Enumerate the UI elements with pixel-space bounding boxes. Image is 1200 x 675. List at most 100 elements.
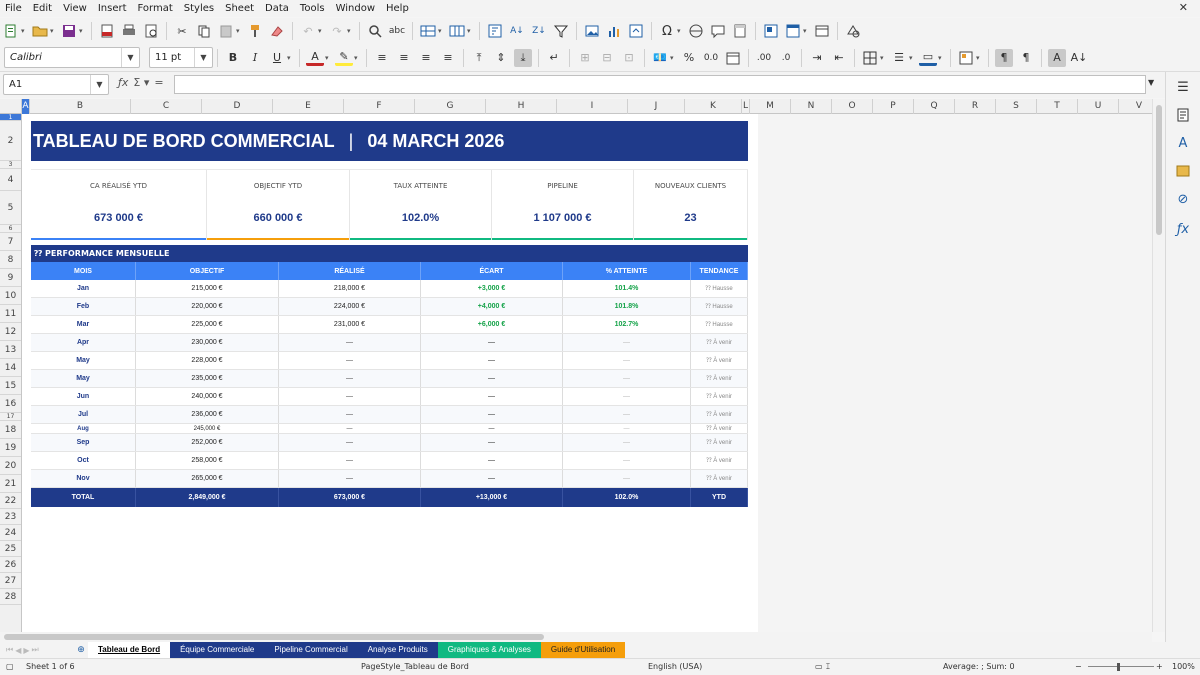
column-header-n[interactable]: N xyxy=(791,99,832,114)
row-header-1[interactable]: 1 xyxy=(0,114,21,121)
table-cell[interactable]: 235,000 € xyxy=(136,370,279,387)
column-header-a[interactable]: A xyxy=(22,99,30,114)
print-icon[interactable] xyxy=(120,22,138,40)
chevron-down-icon[interactable]: ▾ xyxy=(236,27,242,35)
table-cell[interactable]: ⁇ À venir xyxy=(691,470,748,487)
print-preview-icon[interactable] xyxy=(142,22,160,40)
chevron-down-icon[interactable]: ▼ xyxy=(194,48,212,67)
chevron-down-icon[interactable]: ▾ xyxy=(347,27,353,35)
table-cell[interactable]: — xyxy=(279,406,421,423)
close-document-icon[interactable]: ✕ xyxy=(1179,1,1188,14)
chevron-down-icon[interactable]: ▾ xyxy=(880,54,886,62)
table-cell[interactable]: — xyxy=(563,370,691,387)
center-vertically-icon[interactable]: ⇕ xyxy=(492,49,510,67)
row-header-4[interactable]: 4 xyxy=(0,169,21,191)
hyperlink-icon[interactable] xyxy=(687,22,705,40)
column-header-i[interactable]: I xyxy=(557,99,628,114)
table-cell[interactable]: — xyxy=(421,424,563,433)
table-cell[interactable]: May xyxy=(31,370,136,387)
table-cell[interactable]: — xyxy=(563,470,691,487)
name-box[interactable]: A1 ▼ xyxy=(3,74,109,95)
table-cell[interactable]: — xyxy=(421,434,563,451)
column-header-d[interactable]: D xyxy=(202,99,273,114)
sheet-tab[interactable]: Pipeline Commercial xyxy=(264,642,358,658)
table-cell[interactable]: ⁇ À venir xyxy=(691,434,748,451)
table-cell[interactable]: 101.8% xyxy=(563,298,691,315)
table-cell[interactable]: Oct xyxy=(31,452,136,469)
total-cell[interactable]: 102.0% xyxy=(563,488,691,507)
table-cell[interactable]: ⁇ À venir xyxy=(691,388,748,405)
total-cell[interactable]: 2,849,000 € xyxy=(136,488,279,507)
clone-formatting-icon[interactable] xyxy=(246,22,264,40)
row-header-7[interactable]: 7 xyxy=(0,233,21,251)
open-folder-icon[interactable] xyxy=(31,22,49,40)
table-cell[interactable]: Apr xyxy=(31,334,136,351)
row-header-17[interactable]: 17 xyxy=(0,413,21,421)
properties-icon[interactable] xyxy=(1174,106,1192,124)
column-header-cell[interactable]: TENDANCE xyxy=(691,262,748,280)
table-cell[interactable]: — xyxy=(279,370,421,387)
italic-icon[interactable]: I xyxy=(246,49,264,67)
table-cell[interactable]: 102.7% xyxy=(563,316,691,333)
first-sheet-icon[interactable]: ⏮ xyxy=(6,645,13,655)
selection-summary[interactable]: Average: ; Sum: 0 xyxy=(943,662,1015,671)
align-center-icon[interactable]: ≡ xyxy=(395,49,413,67)
table-cell[interactable]: ⁇ Hausse xyxy=(691,316,748,333)
table-cell[interactable]: — xyxy=(563,434,691,451)
align-bottom-icon[interactable]: ⤓ xyxy=(514,48,532,67)
table-cell[interactable]: 231,000 € xyxy=(279,316,421,333)
table-cell[interactable]: — xyxy=(421,370,563,387)
copy-icon[interactable] xyxy=(195,22,213,40)
scrollbar-thumb[interactable] xyxy=(1156,105,1162,235)
chevron-down-icon[interactable]: ▾ xyxy=(677,27,683,35)
table-cell[interactable]: — xyxy=(421,352,563,369)
row-header-3[interactable]: 3 xyxy=(0,161,21,169)
zoom-out-icon[interactable]: − xyxy=(1075,662,1082,671)
justify-icon[interactable]: ≡ xyxy=(439,49,457,67)
document-modified-icon[interactable]: ▢ xyxy=(6,662,14,671)
chevron-down-icon[interactable]: ▾ xyxy=(287,54,293,62)
chevron-down-icon[interactable]: ▾ xyxy=(467,27,473,35)
insert-image-icon[interactable] xyxy=(583,22,601,40)
date-format-icon[interactable] xyxy=(724,49,742,67)
undo-icon[interactable]: ↶ xyxy=(299,22,317,40)
sidebar-menu-icon[interactable]: ☰ xyxy=(1174,78,1192,96)
table-cell[interactable]: — xyxy=(421,470,563,487)
column-header-p[interactable]: P xyxy=(873,99,914,114)
chevron-down-icon[interactable]: ▾ xyxy=(79,27,85,35)
column-header-l[interactable]: L xyxy=(742,99,750,114)
row-header-5[interactable]: 5 xyxy=(0,191,21,225)
percent-format-icon[interactable]: % xyxy=(680,49,698,67)
total-cell[interactable]: 673,000 € xyxy=(279,488,421,507)
align-left-icon[interactable]: ≡ xyxy=(373,49,391,67)
gallery-icon[interactable] xyxy=(1174,162,1192,180)
table-cell[interactable]: — xyxy=(421,452,563,469)
column-header-cell[interactable]: ÉCART xyxy=(421,262,563,280)
sort-icon[interactable] xyxy=(486,22,504,40)
underline-icon[interactable]: U xyxy=(268,49,286,67)
menu-edit[interactable]: Edit xyxy=(28,0,58,17)
row-header-6[interactable]: 6 xyxy=(0,225,21,233)
zoom-slider[interactable] xyxy=(1088,666,1154,667)
chevron-down-icon[interactable]: ▾ xyxy=(354,54,360,62)
row-header-11[interactable]: 11 xyxy=(0,305,21,323)
sheet-tab[interactable]: Tableau de Bord xyxy=(88,642,171,658)
define-print-area-icon[interactable] xyxy=(762,22,780,40)
insert-chart-icon[interactable] xyxy=(605,22,623,40)
column-header-s[interactable]: S xyxy=(996,99,1037,114)
table-cell[interactable]: 252,000 € xyxy=(136,434,279,451)
language[interactable]: English (USA) xyxy=(648,662,702,671)
chevron-down-icon[interactable]: ▼ xyxy=(90,75,108,94)
row-header-14[interactable]: 14 xyxy=(0,359,21,377)
delete-decimal-icon[interactable]: .0 xyxy=(777,49,795,67)
table-cell[interactable]: — xyxy=(279,434,421,451)
table-cell[interactable]: — xyxy=(421,334,563,351)
total-cell[interactable]: +13,000 € xyxy=(421,488,563,507)
column-header-m[interactable]: M xyxy=(750,99,791,114)
spellcheck-icon[interactable]: abc xyxy=(388,22,406,40)
table-cell[interactable]: Jun xyxy=(31,388,136,405)
table-cell[interactable]: 218,000 € xyxy=(279,280,421,297)
chevron-down-icon[interactable]: ▼ xyxy=(121,48,139,67)
font-color-icon[interactable]: A xyxy=(306,49,324,66)
table-cell[interactable]: +3,000 € xyxy=(421,280,563,297)
